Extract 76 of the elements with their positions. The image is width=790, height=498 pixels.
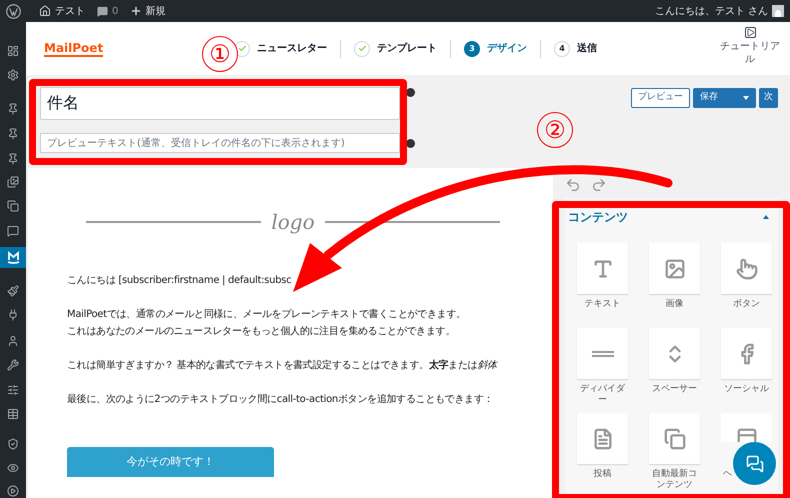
block-label: ソーシャル (724, 384, 769, 395)
block-tile[interactable] (649, 328, 700, 379)
pin-icon (7, 153, 19, 166)
block-label: 投稿 (594, 469, 612, 480)
comment-icon (97, 6, 108, 16)
site-link[interactable]: テスト (55, 4, 85, 18)
preview-text-field[interactable]: プレビューテキスト(通常、受信トレイの件名の下に表示されます) (40, 133, 400, 153)
check-icon (358, 44, 366, 53)
dashboard-icon (7, 44, 19, 57)
block-tile[interactable] (721, 243, 772, 294)
block-label: スペーサー (652, 384, 697, 395)
caret-icon (743, 96, 749, 100)
chat-icon (746, 454, 764, 472)
email-paragraph[interactable]: これは簡単すぎますか？ 基本的な書式でテキストを書式設定することはできます。太字または斜体 (67, 357, 517, 374)
check-icon (238, 44, 246, 53)
post-icon (592, 428, 614, 450)
plug-icon (7, 309, 19, 322)
play-icon (7, 485, 19, 498)
block-tile[interactable] (649, 413, 700, 464)
home-icon (39, 5, 51, 17)
table-icon (7, 408, 19, 420)
next-button[interactable]: 次 (759, 88, 778, 108)
step-label[interactable]: ニュースレター (257, 41, 327, 56)
block-tile[interactable] (577, 328, 628, 379)
tutorial-button[interactable]: チュートリアル (720, 27, 780, 66)
image-icon (664, 258, 686, 280)
greeting-link[interactable]: こんにちは、テスト さん (654, 4, 768, 18)
block-tile[interactable] (649, 243, 700, 294)
menu-item[interactable] (0, 247, 26, 268)
pages-icon (7, 200, 19, 212)
wrench-icon (7, 359, 19, 372)
panel-header[interactable]: コンテンツ (568, 208, 775, 226)
eye-icon (7, 462, 19, 474)
block-label: 画像 (666, 299, 684, 310)
email-paragraph[interactable]: MailPoetでは、通常のメールと同様に、メールをプレーンテキストで書くことができます。 これはあなたのメールのニュースレターをもっと個人的に注目を集めることができます。 (67, 306, 517, 340)
save-button[interactable]: 保存 (693, 88, 756, 108)
comment-count[interactable]: 0 (112, 4, 118, 18)
media-icon (7, 176, 19, 188)
email-paragraph[interactable]: こんにちは [subscriber:firstname | default:subsc (67, 272, 517, 289)
block-tile[interactable] (577, 413, 628, 464)
email-paragraph[interactable]: 最後に、次のように2つのテキストブロック間にcall-to-actionボタンを追加することもできます： (67, 391, 517, 408)
block-label: ディバイダー (579, 384, 626, 406)
brush-icon (7, 285, 19, 298)
pin-icon (7, 102, 19, 115)
shield-icon (7, 438, 19, 450)
subject-field[interactable]: 件名 (40, 87, 400, 120)
settings-icon (7, 69, 19, 82)
letter-icon (592, 258, 614, 280)
divider-icon (592, 350, 614, 356)
step-label[interactable]: デザイン (487, 41, 527, 56)
step-number: 4 (559, 42, 565, 54)
step-number: 3 (469, 42, 475, 54)
block-label: ヘ (723, 469, 732, 480)
block-label: テキスト (584, 299, 620, 310)
block-label: 自動最新コンテンツ (651, 469, 698, 491)
logo-placeholder[interactable]: logo (271, 212, 315, 232)
plus-icon (130, 5, 142, 17)
user-icon (7, 334, 19, 347)
block-tile[interactable] (721, 413, 772, 442)
block-label: ボタン (733, 299, 760, 310)
step-label[interactable]: テンプレート (377, 41, 437, 56)
step-label[interactable]: 送信 (577, 41, 597, 56)
wordpress-logo-icon[interactable] (6, 4, 21, 18)
new-link[interactable]: 新規 (145, 4, 166, 18)
annotation-number: ② (537, 112, 573, 148)
collapse-icon (763, 215, 769, 219)
sliders-icon (7, 384, 19, 396)
posts-icon (664, 428, 686, 450)
panel-title: コンテンツ (568, 209, 628, 226)
block-tile[interactable] (577, 243, 628, 294)
play-icon (744, 27, 756, 38)
preview-button[interactable]: プレビュー (631, 88, 690, 108)
pin-icon (7, 128, 19, 140)
block-tile[interactable] (721, 328, 772, 379)
hand-icon (736, 258, 758, 280)
comment-icon (7, 224, 19, 237)
